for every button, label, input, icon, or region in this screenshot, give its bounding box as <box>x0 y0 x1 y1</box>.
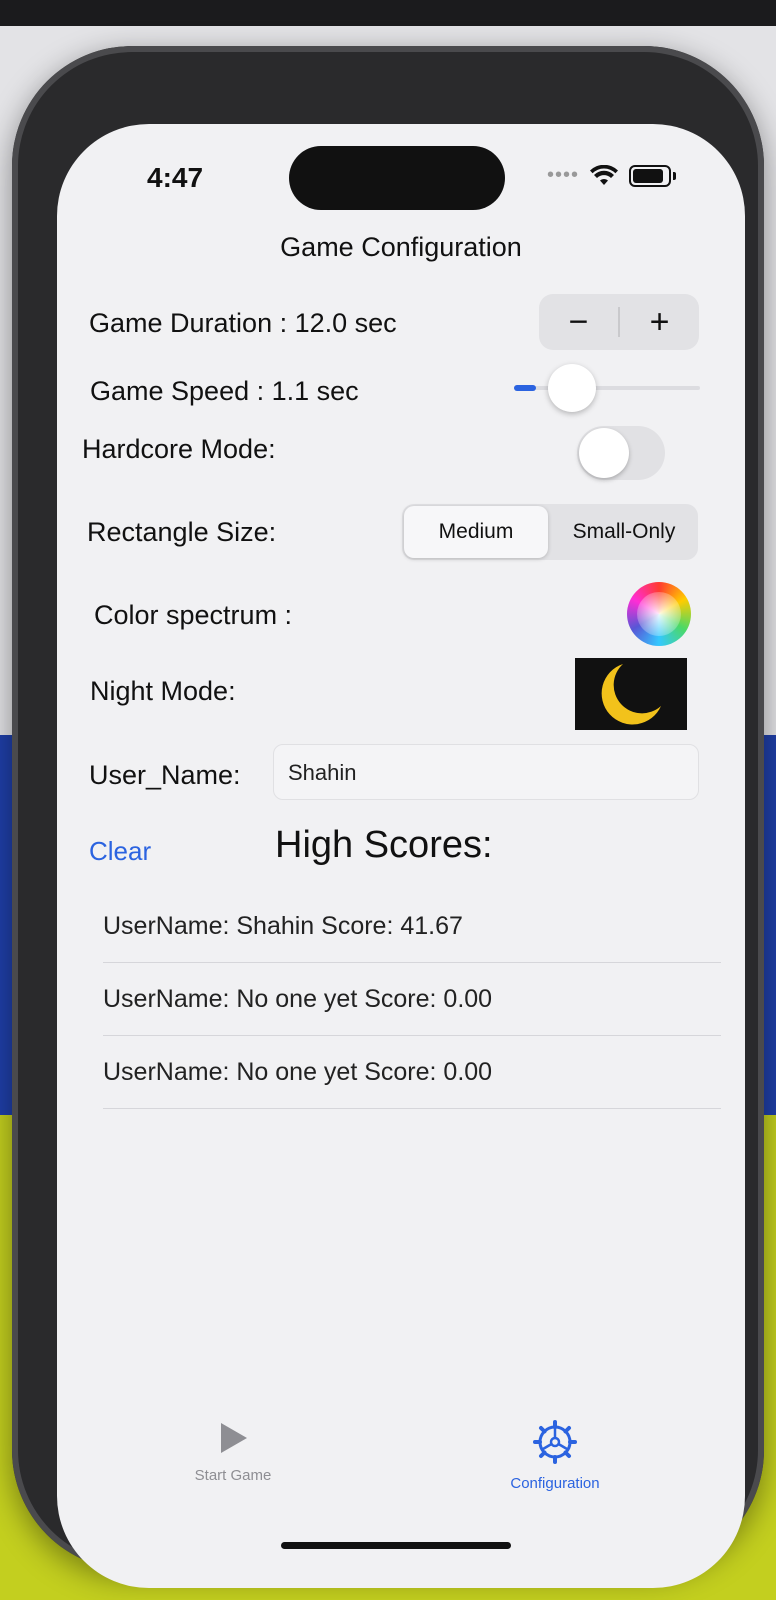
home-indicator <box>281 1542 511 1549</box>
score-row: UserName: No one yet Score: 0.00 <box>103 1036 721 1109</box>
hardcore-mode-toggle[interactable] <box>577 426 665 480</box>
status-time: 4:47 <box>147 162 204 193</box>
gear-icon <box>533 1420 577 1464</box>
username-label: User_Name: <box>89 760 241 790</box>
username-input[interactable]: Shahin <box>273 744 699 800</box>
tab-configuration-label: Configuration <box>510 1475 600 1492</box>
wifi-icon <box>590 164 619 185</box>
game-duration-stepper: − + <box>539 294 699 350</box>
slider-fill <box>514 385 536 391</box>
high-scores-list: UserName: Shahin Score: 41.67 UserName: … <box>103 890 721 1109</box>
stepper-plus-button[interactable]: + <box>620 303 699 342</box>
status-icons: •••• <box>547 164 677 187</box>
slider-thumb[interactable] <box>548 364 596 412</box>
tab-configuration[interactable]: Configuration <box>455 1420 655 1492</box>
score-row: UserName: Shahin Score: 41.67 <box>103 890 721 963</box>
hardcore-mode-label: Hardcore Mode: <box>82 434 276 464</box>
segment-small-only[interactable]: Small-Only <box>552 506 696 558</box>
night-mode-button[interactable] <box>575 658 687 730</box>
rectangle-size-label: Rectangle Size: <box>87 517 277 547</box>
tab-start-game-label: Start Game <box>194 1467 272 1484</box>
segment-medium[interactable]: Medium <box>404 506 548 558</box>
phone-frame: 4:47 •••• Game Configuration Game Durati… <box>12 46 764 1588</box>
color-wheel-button[interactable] <box>627 582 691 646</box>
game-speed-label: Game Speed : 1.1 sec <box>90 376 359 406</box>
game-duration-label: Game Duration : 12.0 sec <box>89 308 397 338</box>
clear-button[interactable]: Clear <box>89 836 151 867</box>
high-scores-title: High Scores: <box>275 824 493 866</box>
rectangle-size-segmented-control: Medium Small-Only <box>402 504 698 560</box>
dynamic-island <box>289 146 505 210</box>
tab-start-game[interactable]: Start Game <box>133 1420 333 1484</box>
night-mode-label: Night Mode: <box>90 676 236 706</box>
tab-bar: Start Game Configuration <box>57 1420 745 1510</box>
signal-dots-icon: •••• <box>547 164 580 186</box>
game-speed-slider[interactable] <box>514 364 700 412</box>
score-row: UserName: No one yet Score: 0.00 <box>103 963 721 1036</box>
play-icon <box>221 1423 247 1453</box>
toggle-knob <box>579 428 629 478</box>
phone-screen: 4:47 •••• Game Configuration Game Durati… <box>57 124 745 1588</box>
page-title: Game Configuration <box>280 232 522 262</box>
color-spectrum-label: Color spectrum : <box>94 600 293 630</box>
battery-icon <box>629 164 672 187</box>
background-dark-strip <box>0 0 776 26</box>
stepper-minus-button[interactable]: − <box>539 303 618 342</box>
battery-tip <box>673 171 677 180</box>
moon-icon <box>601 664 661 725</box>
